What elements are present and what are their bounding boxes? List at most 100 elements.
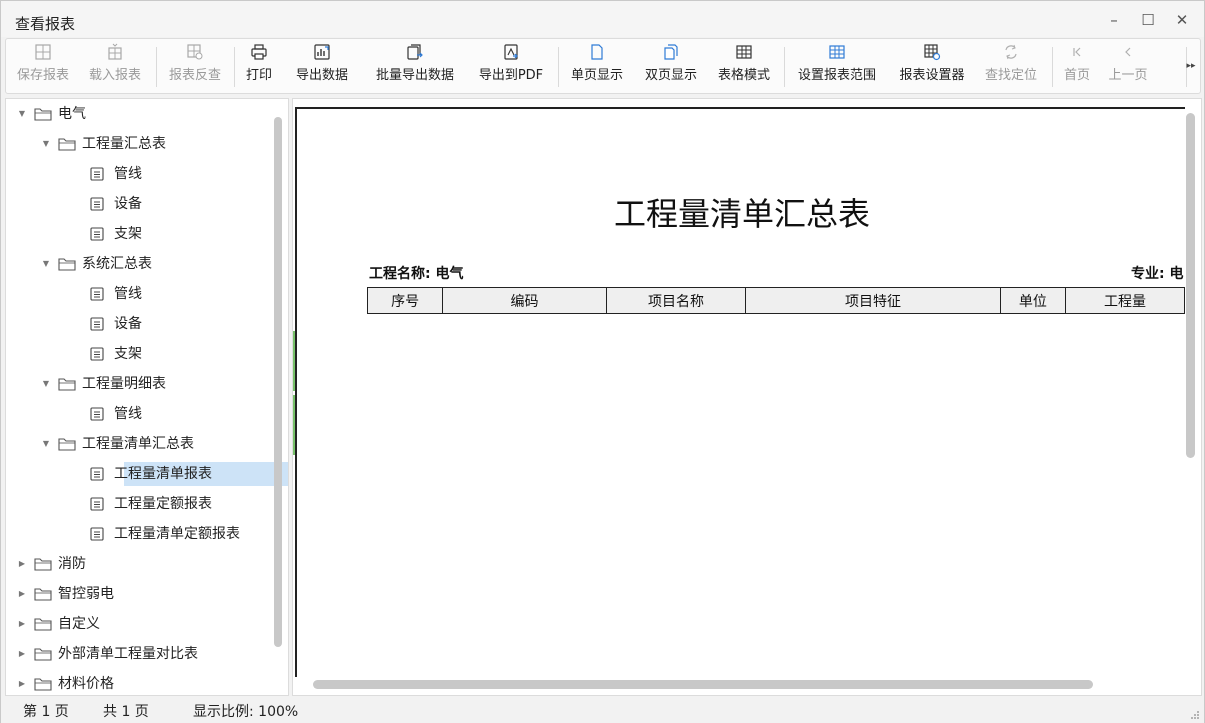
tree-report-item[interactable]: 设备	[6, 311, 276, 337]
tree-item-label: 支架	[114, 346, 142, 362]
tree-report-item[interactable]: 支架	[6, 221, 276, 247]
expand-arrow-right-icon[interactable]: ▶	[16, 611, 28, 637]
maximize-button[interactable]: ☐	[1137, 9, 1159, 31]
column-header-unit: 单位	[999, 287, 1067, 314]
tree-folder-item[interactable]: ▼ 工程量清单汇总表	[6, 431, 276, 457]
window-title: 查看报表	[15, 15, 76, 33]
expand-arrow-down-icon[interactable]: ▼	[40, 431, 52, 457]
single-page-button[interactable]: 单页显示	[564, 41, 630, 91]
tree-item-label: 工程量定额报表	[114, 496, 212, 512]
expand-arrow-down-icon[interactable]: ▼	[40, 371, 52, 397]
tree-item-label: 设备	[114, 196, 142, 212]
report-table: 序号 编码 项目名称 项目特征 单位 工程量	[366, 287, 1185, 314]
batch-export-label: 批量导出数据	[375, 68, 454, 83]
report-reverse-lookup-button[interactable]: 报表反查	[162, 41, 228, 91]
grid-search-icon	[162, 43, 228, 67]
tree-folder-item[interactable]: ▶ 自定义	[6, 611, 276, 637]
report-doc-icon	[90, 347, 104, 361]
grid-icon	[10, 43, 76, 67]
tree-folder-item[interactable]: ▶ 外部清单工程量对比表	[6, 641, 276, 667]
export-data-icon	[288, 43, 356, 67]
tree-folder-item[interactable]: ▼ 系统汇总表	[6, 251, 276, 277]
tree-report-item[interactable]: 管线	[6, 401, 276, 427]
pdf-export-icon	[472, 43, 550, 67]
tree-report-item[interactable]: 支架	[6, 341, 276, 367]
tree-folder-item[interactable]: ▼ 工程量汇总表	[6, 131, 276, 157]
report-settings-button[interactable]: 报表设置器	[892, 41, 972, 91]
expand-arrow-down-icon[interactable]: ▼	[16, 101, 28, 127]
first-page-button[interactable]: 首页	[1058, 41, 1096, 91]
tree-item-label: 系统汇总表	[82, 256, 152, 272]
load-report-button[interactable]: 载入报表	[82, 41, 148, 91]
folder-icon	[34, 558, 52, 571]
toolbar: 保存报表 载入报表 报表反查 打印 导出数据 批量导出数据 导出到PDF 单页显…	[5, 38, 1201, 94]
set-report-range-button[interactable]: 设置报表范围	[790, 41, 884, 91]
first-page-icon	[1058, 43, 1096, 67]
minimize-button[interactable]: –	[1103, 9, 1125, 31]
tree-item-label: 外部清单工程量对比表	[58, 646, 198, 662]
tree-report-item[interactable]: 工程量清单定额报表	[6, 521, 276, 547]
folder-icon	[34, 678, 52, 691]
find-locate-label: 查找定位	[984, 68, 1037, 83]
expand-arrow-right-icon[interactable]: ▶	[16, 641, 28, 667]
save-report-button[interactable]: 保存报表	[10, 41, 76, 91]
zoom-level: 显示比例: 100%	[193, 704, 299, 720]
tree-item-label: 管线	[114, 406, 142, 422]
tree-folder-item[interactable]: ▶ 材料价格	[6, 671, 276, 695]
export-data-button[interactable]: 导出数据	[288, 41, 356, 91]
print-button[interactable]: 打印	[240, 41, 278, 91]
close-button[interactable]: ✕	[1171, 9, 1193, 31]
report-doc-icon	[90, 197, 104, 211]
folder-icon	[34, 618, 52, 631]
report-doc-icon	[90, 287, 104, 301]
batch-export-icon	[368, 43, 462, 67]
report-settings-label: 报表设置器	[899, 68, 965, 83]
save-report-label: 保存报表	[16, 68, 69, 83]
tree-item-label: 智控弱电	[58, 586, 114, 602]
tree-folder-item[interactable]: ▼ 电气	[6, 101, 276, 127]
load-report-label: 载入报表	[88, 68, 141, 83]
export-pdf-label: 导出到PDF	[478, 68, 544, 83]
tree-scrollbar[interactable]	[274, 117, 282, 647]
tree-item-label: 管线	[114, 286, 142, 302]
settings-grid-icon	[892, 43, 972, 67]
toolbar-overflow-icon[interactable]: ▸▸	[1186, 59, 1196, 73]
double-page-button[interactable]: 双页显示	[638, 41, 704, 91]
project-name: 工程名称: 电气	[369, 266, 464, 282]
prev-page-button[interactable]: 上一页	[1102, 41, 1154, 91]
tree-report-item[interactable]: 管线	[6, 281, 276, 307]
tree-report-item[interactable]: 工程量定额报表	[6, 491, 276, 517]
find-locate-button[interactable]: 查找定位	[978, 41, 1044, 91]
resize-grip-icon[interactable]	[1190, 710, 1200, 720]
tree-report-item[interactable]: 工程量清单报表	[6, 461, 288, 487]
export-pdf-button[interactable]: 导出到PDF	[472, 41, 550, 91]
report-doc-icon	[90, 467, 104, 481]
tree-folder-item[interactable]: ▶ 智控弱电	[6, 581, 276, 607]
report-horizontal-scrollbar[interactable]	[313, 680, 1093, 689]
tree-report-item[interactable]: 管线	[6, 161, 276, 187]
grid-load-icon	[82, 43, 148, 67]
expand-arrow-right-icon[interactable]: ▶	[16, 551, 28, 577]
report-viewer-window: 查看报表 – ☐ ✕ 保存报表 载入报表 报表反查 打印 导出数据 批量导出数据…	[0, 0, 1205, 723]
folder-icon	[58, 378, 76, 391]
toolbar-separator	[1052, 47, 1053, 87]
tree-report-item[interactable]: 设备	[6, 191, 276, 217]
tree-item-label: 管线	[114, 166, 142, 182]
report-vertical-scrollbar[interactable]	[1186, 113, 1195, 458]
report-doc-icon	[90, 407, 104, 421]
report-doc-icon	[90, 227, 104, 241]
tree-item-label: 设备	[114, 316, 142, 332]
expand-arrow-down-icon[interactable]: ▼	[40, 251, 52, 277]
tree-item-label: 电气	[58, 106, 86, 122]
batch-export-button[interactable]: 批量导出数据	[368, 41, 462, 91]
range-icon	[790, 43, 884, 67]
set-report-range-label: 设置报表范围	[797, 68, 876, 83]
expand-arrow-down-icon[interactable]: ▼	[40, 131, 52, 157]
expand-arrow-right-icon[interactable]: ▶	[16, 581, 28, 607]
toolbar-separator	[558, 47, 559, 87]
tree-folder-item[interactable]: ▶ 消防	[6, 551, 276, 577]
tree-folder-item[interactable]: ▼ 工程量明细表	[6, 371, 276, 397]
table-mode-button[interactable]: 表格模式	[710, 41, 778, 91]
single-page-icon	[564, 43, 630, 67]
expand-arrow-right-icon[interactable]: ▶	[16, 671, 28, 695]
